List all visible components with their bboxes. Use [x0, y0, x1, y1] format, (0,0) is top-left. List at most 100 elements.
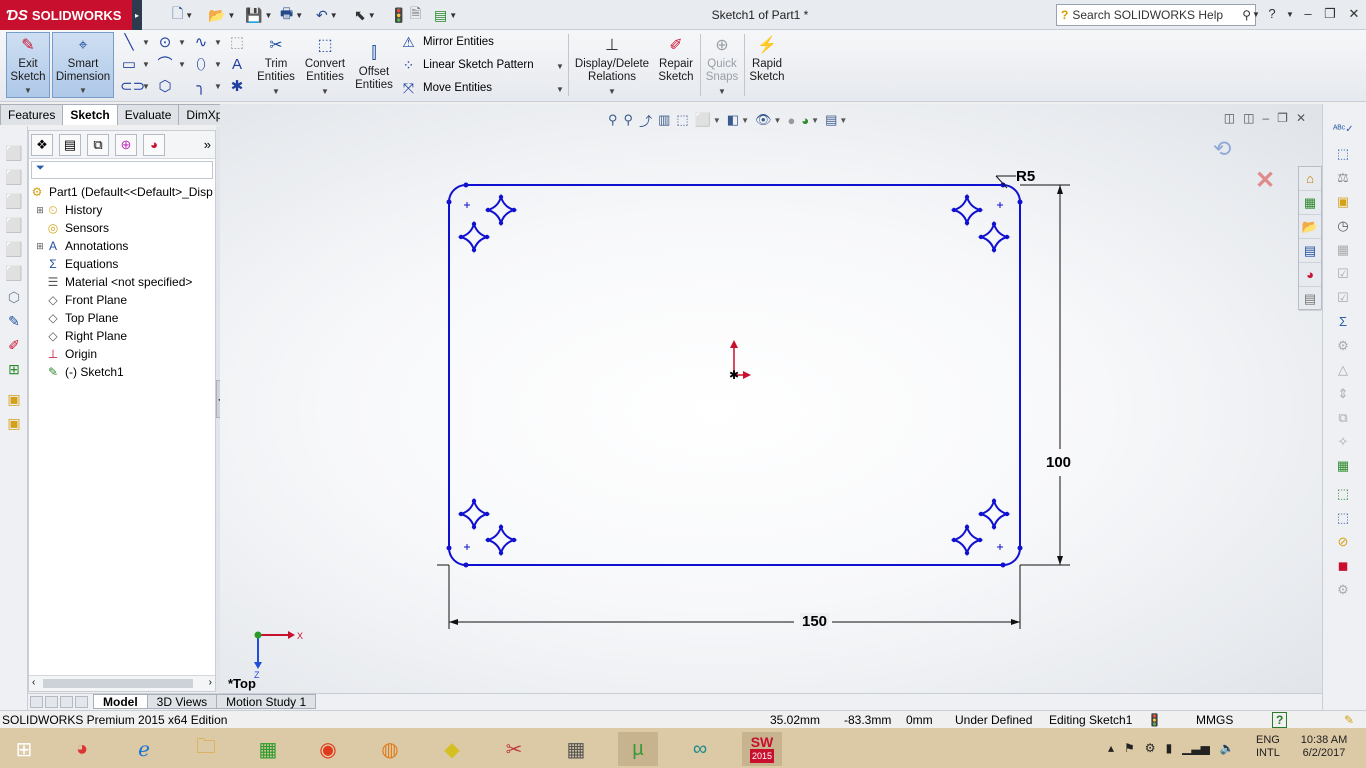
store-icon[interactable]: ▦	[248, 732, 288, 766]
select-button[interactable]: ⬉ ▼	[354, 5, 376, 25]
first-tab-nav-icon[interactable]	[30, 695, 43, 708]
loft-icon[interactable]: ⬜	[5, 240, 23, 258]
tree-item-equations[interactable]: Σ Equations	[35, 255, 215, 273]
exit-sketch-button[interactable]: ✎ Exit Sketch ▼	[6, 32, 50, 98]
internet-explorer-icon[interactable]: ℯ	[124, 732, 164, 766]
bottom-tab-motion-study-1[interactable]: Motion Study 1	[216, 694, 317, 709]
sketch-relations-icon[interactable]: ⊞	[5, 360, 23, 378]
home-tab-icon[interactable]: ⌂	[1299, 167, 1321, 191]
fillet-dropdown-icon[interactable]: ▼	[214, 82, 222, 91]
linear-sketch-pattern-button[interactable]: ⁘ Linear Sketch Pattern	[400, 55, 534, 75]
tree-item-origin[interactable]: ⊥ Origin	[35, 345, 215, 363]
rectangle-dropdown-icon[interactable]: ▼	[142, 60, 150, 69]
file-explorer-tab-icon[interactable]: ▤	[1299, 239, 1321, 263]
arc-icon[interactable]: ⌒	[156, 56, 174, 74]
extrude-icon[interactable]: ⬜	[5, 168, 23, 186]
quick-snaps-button[interactable]: ⊕ Quick Snaps ▼	[704, 32, 740, 98]
deviation-icon[interactable]: ✧	[1333, 432, 1353, 452]
circle-dropdown-icon[interactable]: ▼	[178, 38, 186, 47]
layer-icon[interactable]: ▣	[5, 390, 23, 408]
fillet-icon[interactable]: ╮	[192, 78, 210, 96]
clock[interactable]: 10:38 AM 6/2/2017	[1296, 734, 1352, 760]
help-status-icon[interactable]: ?	[1272, 712, 1288, 728]
trim-entities-button[interactable]: ✂ Trim Entities ▼	[254, 32, 298, 98]
undo-button[interactable]: ↶ ▼	[316, 5, 338, 25]
mass-properties-icon[interactable]: ⚙	[1333, 336, 1353, 356]
expand-icon[interactable]: ⊞	[35, 241, 45, 252]
expand-icon[interactable]: ⊞	[35, 205, 45, 216]
slot-dropdown-icon[interactable]: ▼	[142, 82, 150, 91]
edit-sketch-icon[interactable]: ✐	[5, 336, 23, 354]
print-button[interactable]: 🖶 ▼	[280, 5, 303, 25]
tree-item-top-plane[interactable]: ◇ Top Plane	[35, 309, 215, 327]
check-sketch-icon[interactable]: ⧉	[1333, 408, 1353, 428]
check-icon[interactable]: ☑	[1333, 264, 1353, 284]
fillet-radius-dimension[interactable]: R5	[1016, 168, 1035, 185]
text-icon[interactable]: A	[228, 56, 246, 74]
tree-item-material-not-specified[interactable]: ☰ Material <not specified>	[35, 273, 215, 291]
save-button[interactable]: 💾 ▼	[245, 5, 272, 25]
tree-filter-input[interactable]: ⏷	[31, 161, 213, 179]
rectangle-icon[interactable]: ▭	[120, 56, 138, 74]
ellipse-dropdown-icon[interactable]: ▼	[214, 60, 222, 69]
sum-icon[interactable]: Σ	[1333, 312, 1353, 332]
file-explorer-icon[interactable]: 🗀	[186, 732, 226, 766]
last-tab-nav-icon[interactable]	[75, 695, 88, 708]
slot-icon[interactable]: ⊂⊃	[120, 78, 145, 96]
pattern-dropdown-icon[interactable]: ▼	[556, 62, 564, 71]
tree-item-sensors[interactable]: ◎ Sensors	[35, 219, 215, 237]
language-indicator[interactable]: ENG INTL	[1256, 734, 1280, 760]
offset-entities-button[interactable]: ⫿ Offset Entities	[352, 40, 396, 106]
tab-sketch[interactable]: Sketch	[62, 104, 118, 125]
battery-icon[interactable]: ▮	[1166, 741, 1173, 755]
display-manager-tab-icon[interactable]: ◕	[143, 133, 165, 156]
height-dimension[interactable]: 100	[1046, 454, 1071, 471]
solidworks-taskbar-icon[interactable]: SW 2015	[742, 732, 782, 766]
bottom-tab-model[interactable]: Model	[93, 694, 148, 709]
custom-properties-tab-icon[interactable]: ▤	[1299, 287, 1321, 311]
bottom-tab-3d-views[interactable]: 3D Views	[146, 694, 218, 709]
table-icon[interactable]: ▦	[1333, 456, 1353, 476]
dimxpert-manager-tab-icon[interactable]: ⊕	[115, 133, 137, 156]
open-button[interactable]: 📂 ▼	[208, 5, 235, 25]
tree-item-front-plane[interactable]: ◇ Front Plane	[35, 291, 215, 309]
help-button[interactable]: ?	[1262, 6, 1282, 21]
shell-icon[interactable]: ⬡	[5, 288, 23, 306]
tree-item-sketch1[interactable]: ✎ (-) Sketch1	[35, 363, 215, 381]
notes-icon[interactable]: ◆	[432, 732, 472, 766]
signal-icon[interactable]: ▁▃▅	[1182, 741, 1210, 755]
construction-geometry-icon[interactable]: ⬚	[228, 34, 246, 52]
mirror-entities-button[interactable]: ⚠ Mirror Entities	[400, 32, 494, 52]
circle-icon[interactable]: ⊙	[156, 34, 174, 52]
design-library-tab-icon[interactable]: 📂	[1299, 215, 1321, 239]
tree-item-annotations[interactable]: ⊞ A Annotations	[35, 237, 215, 255]
revolve-icon[interactable]: ⬜	[5, 192, 23, 210]
display-grid-icon[interactable]: ▦	[1333, 240, 1353, 260]
scroll-right-icon[interactable]: ›	[209, 677, 212, 688]
photo-app-icon[interactable]: ◉	[308, 732, 348, 766]
property-manager-tab-icon[interactable]: ▤	[59, 133, 81, 156]
ellipse-icon[interactable]: ⬯	[192, 56, 210, 74]
resources-tab-icon[interactable]: ▦	[1299, 191, 1321, 215]
feature-tree-tab-icon[interactable]: ❖	[31, 133, 53, 156]
tree-item-history[interactable]: ⊞ ⏲ History	[35, 201, 215, 219]
next-tab-nav-icon[interactable]	[60, 695, 73, 708]
check-2-icon[interactable]: ☑	[1333, 288, 1353, 308]
new-document-button[interactable]: 🗋 ▼	[172, 5, 193, 25]
tray-expand-icon[interactable]: ▴	[1108, 741, 1114, 755]
minimize-button[interactable]: –	[1298, 6, 1318, 21]
rapid-sketch-button[interactable]: ⚡ Rapid Sketch	[748, 32, 786, 98]
convert-entities-button[interactable]: ⬚ Convert Entities ▼	[302, 32, 348, 98]
tree-root[interactable]: ⚙ Part1 (Default<<Default>_Disp	[29, 183, 215, 201]
boundary-icon[interactable]: ⬜	[5, 264, 23, 282]
tab-features[interactable]: Features	[0, 104, 64, 125]
compare-icon[interactable]: ⬚	[1333, 508, 1353, 528]
arduino-icon[interactable]: ∞	[680, 732, 720, 766]
search-help-input[interactable]: ? Search SOLIDWORKS Help ⚲	[1056, 4, 1256, 26]
scroll-left-icon[interactable]: ‹	[32, 677, 35, 688]
balance-icon[interactable]: ⚖	[1333, 168, 1353, 188]
pencil-check-icon[interactable]: ⊘	[1333, 532, 1353, 552]
chrome-icon[interactable]: ◕	[62, 732, 102, 766]
start-icon[interactable]: ⊞	[4, 732, 44, 766]
expand-panel-icon[interactable]: »	[204, 137, 211, 152]
